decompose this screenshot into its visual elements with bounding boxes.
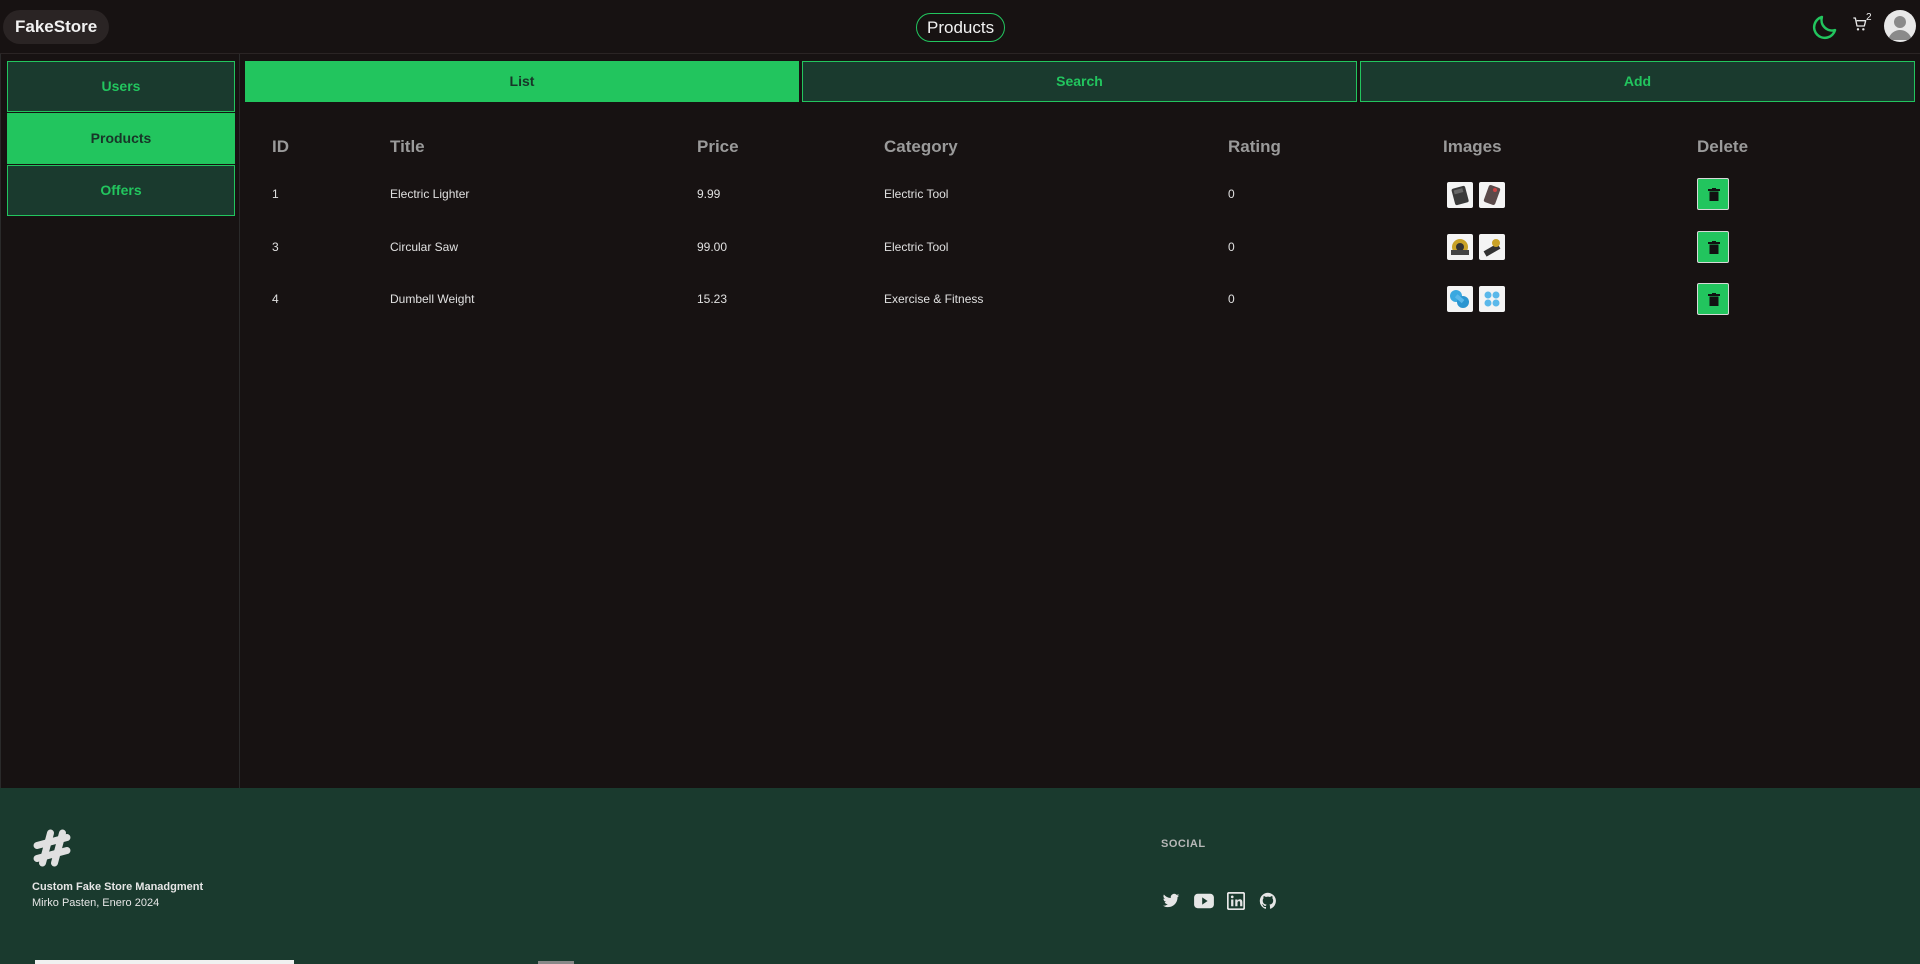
cell-id: 4 — [272, 292, 279, 306]
trash-icon — [1708, 241, 1720, 254]
footer: Custom Fake Store Manadgment Mirko Paste… — [0, 788, 1920, 964]
cell-rating: 0 — [1228, 292, 1235, 306]
product-image-thumbnail[interactable] — [1479, 182, 1505, 208]
cart-count-badge: 2 — [1866, 12, 1872, 23]
cell-category: Electric Tool — [884, 187, 949, 201]
tab-list[interactable]: List — [245, 61, 799, 102]
column-header-rating[interactable]: Rating — [1228, 137, 1281, 157]
sidebar-item-offers[interactable]: Offers — [7, 165, 235, 216]
cell-id: 1 — [272, 187, 279, 201]
column-header-delete: Delete — [1697, 137, 1749, 156]
product-image-thumbnail[interactable] — [1479, 286, 1505, 312]
linkedin-icon[interactable] — [1227, 892, 1245, 910]
cell-price: 15.23 — [697, 292, 728, 306]
trash-icon — [1708, 188, 1720, 201]
column-header-title[interactable]: Title — [390, 137, 425, 157]
sidebar: Users Products Offers — [0, 54, 240, 788]
tab-search[interactable]: Search — [802, 61, 1357, 102]
top-bar: FakeStore Products 2 — [0, 0, 1920, 54]
product-image-thumbnail[interactable] — [1447, 286, 1473, 312]
footer-subtitle: Mirko Pasten, Enero 2024 — [32, 897, 160, 909]
delete-button[interactable] — [1697, 178, 1729, 210]
trash-icon — [1708, 293, 1720, 306]
user-icon — [1888, 16, 1912, 40]
cell-price: 9.99 — [697, 187, 721, 201]
youtube-icon[interactable] — [1193, 892, 1215, 910]
sidebar-item-products[interactable]: Products — [7, 113, 235, 164]
moon-icon[interactable] — [1810, 12, 1840, 42]
column-header-price[interactable]: Price — [697, 137, 739, 157]
sidebar-item-users[interactable]: Users — [7, 61, 235, 112]
cell-price: 99.00 — [697, 240, 728, 254]
scrollbar-thumb[interactable] — [35, 960, 294, 964]
column-header-images: Images — [1443, 137, 1502, 156]
github-icon[interactable] — [1259, 892, 1277, 910]
cell-category: Exercise & Fitness — [884, 292, 984, 306]
brand-logo[interactable]: FakeStore — [3, 10, 110, 44]
column-header-category[interactable]: Category — [884, 137, 958, 157]
social-heading: SOCIAL — [1161, 838, 1206, 850]
cell-rating: 0 — [1228, 187, 1235, 201]
cell-title: Electric Lighter — [390, 187, 470, 201]
page-title: Products — [916, 13, 1006, 42]
column-header-id[interactable]: ID — [272, 137, 289, 157]
product-image-thumbnail[interactable] — [1479, 234, 1505, 260]
product-image-thumbnail[interactable] — [1447, 182, 1473, 208]
product-image-thumbnail[interactable] — [1447, 234, 1473, 260]
footer-title: Custom Fake Store Manadgment — [32, 881, 204, 893]
hashtag-logo-icon — [33, 829, 71, 867]
delete-button[interactable] — [1697, 283, 1729, 315]
delete-button[interactable] — [1697, 231, 1729, 263]
cell-id: 3 — [272, 240, 279, 254]
cell-category: Electric Tool — [884, 240, 949, 254]
twitter-icon[interactable] — [1161, 892, 1181, 910]
cell-rating: 0 — [1228, 240, 1235, 254]
avatar[interactable] — [1884, 10, 1916, 42]
cell-title: Dumbell Weight — [390, 292, 475, 306]
tab-add[interactable]: Add — [1360, 61, 1915, 102]
cell-title: Circular Saw — [390, 240, 459, 254]
